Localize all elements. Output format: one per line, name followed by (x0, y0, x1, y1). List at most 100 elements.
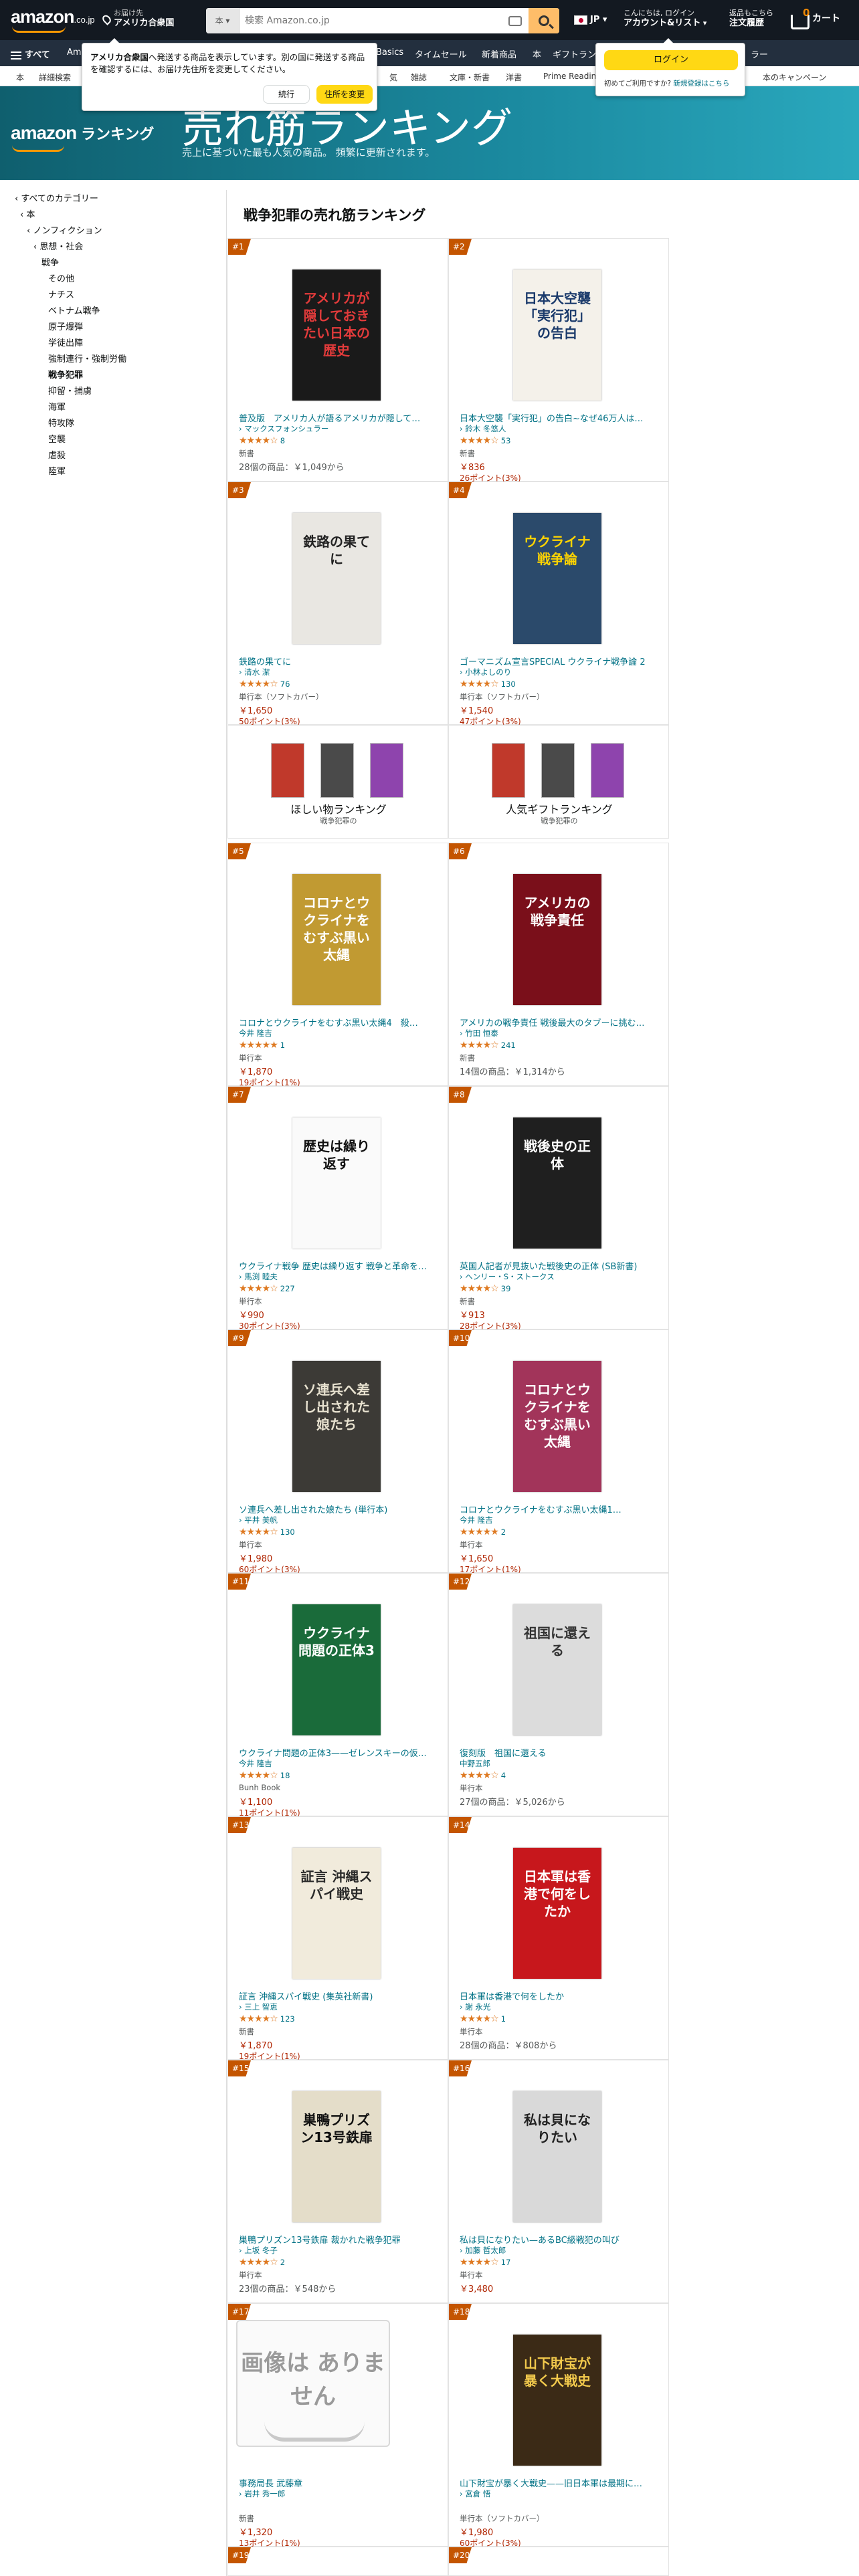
book-cover-image[interactable]: 歴史は繰り返す (292, 1117, 381, 1249)
all-menu-button[interactable]: すべて (11, 47, 50, 60)
star-rating[interactable]: ★★★★☆ 39 (460, 1283, 510, 1294)
cart-button[interactable]: 0 カート (791, 7, 840, 29)
star-rating[interactable]: ★★★★☆ 76 (239, 679, 290, 689)
sidebar-item[interactable]: 陸軍 (48, 464, 66, 477)
star-rating[interactable]: ★★★★★ 2 (460, 1527, 506, 1537)
product-card[interactable]: #15 巣鴨プリズン13号鉄扉 巣鴨プリズン13号鉄扉 裁かれた戦争犯罪 › 上坂 冬… (227, 2060, 448, 2303)
star-rating[interactable]: ★★★★☆ 123 (239, 2014, 295, 2024)
book-cover-image[interactable]: 日本軍は香港で何をしたか (513, 1848, 601, 1979)
product-card[interactable]: #5 コロナとウクライナをむすぶ黒い太縄 コロナとウクライナをむすぶ黒い太縄4 殺…… (227, 843, 448, 1087)
product-author-link[interactable]: › 宮倉 悟 (460, 2488, 660, 2499)
product-author-link[interactable]: 今井 隆吉 (460, 1515, 660, 1525)
product-title-link[interactable]: アメリカの戦争責任 戦後最大のタブーに挑む… (460, 1016, 660, 1029)
register-link[interactable]: 新規登録はこちら (673, 80, 729, 88)
product-card[interactable]: #20 (448, 2547, 669, 2576)
review-count[interactable]: 8 (280, 436, 285, 445)
subnav-item[interactable]: 洋書 (506, 72, 522, 83)
subnav-item[interactable]: 文庫・新書 (450, 72, 490, 83)
product-title-link[interactable]: 普及版 アメリカ人が語るアメリカが隠して… (239, 411, 440, 424)
product-card[interactable]: #14 日本軍は香港で何をしたか 日本軍は香港で何をしたか › 謝 永光 ★★★★☆ 1 単… (448, 1816, 669, 2060)
product-card[interactable]: #9 ソ連兵へ差し出された娘たち ソ連兵へ差し出された娘たち (単行本) › 平井 美… (227, 1329, 448, 1574)
product-card[interactable]: #10 コロナとウクライナをむすぶ黒い太縄 コロナとウクライナをむすぶ黒い太縄1… 今… (448, 1329, 669, 1574)
star-rating[interactable]: ★★★★★ 1 (239, 1040, 285, 1051)
subnav-item[interactable]: 本のキャンペーン (763, 72, 826, 83)
sidebar-thought-society[interactable]: ‹ 思想・社会 (33, 239, 83, 252)
language-selector[interactable]: JP ▾ (574, 15, 607, 25)
star-rating[interactable]: ★★★★☆ 17 (460, 2257, 510, 2268)
product-card[interactable]: #2 日本大空襲「実行犯」の告白 日本大空襲「実行犯」の告白~なぜ46万人は… › 鈴… (448, 238, 669, 483)
book-cover-image[interactable]: ウクライナ戦争論 (513, 513, 601, 644)
product-title-link[interactable]: 巣鴨プリズン13号鉄扉 裁かれた戦争犯罪 (239, 2233, 440, 2246)
sidebar-item[interactable]: 原子爆弾 (48, 320, 83, 332)
product-author-link[interactable]: › 馬渕 睦夫 (239, 1271, 440, 1282)
star-rating[interactable]: ★★★★☆ 18 (239, 1770, 290, 1781)
product-card[interactable]: #7 歴史は繰り返す ウクライナ戦争 歴史は繰り返す 戦争と革命を… › 馬渕 睦夫 ★… (227, 1086, 448, 1331)
book-cover-image[interactable]: 鉄路の果てに (292, 513, 381, 644)
change-address-button[interactable]: 住所を変更 (316, 85, 373, 104)
sidebar-item[interactable]: 虐殺 (48, 448, 66, 461)
product-author-link[interactable]: › 清水 潔 (239, 667, 440, 677)
book-cover-image[interactable]: ウクライナ問題の正体3 (292, 1604, 381, 1735)
book-cover-image[interactable]: ソ連兵へ差し出された娘たち (292, 1361, 381, 1492)
product-author-link[interactable]: 今井 隆吉 (239, 1028, 440, 1039)
subnav-item[interactable]: Prime Reading (543, 72, 601, 81)
sidebar-item[interactable]: 特攻隊 (48, 416, 74, 429)
product-card[interactable]: #13 証言 沖縄スパイ戦史 証言 沖縄スパイ戦史 (集英社新書) › 三上 智恵 ★★… (227, 1816, 448, 2061)
product-card[interactable]: #1 アメリカが隠しておきたい日本の歴史 普及版 アメリカ人が語るアメリカが隠して…… (227, 238, 448, 481)
sidebar-item[interactable]: 強制連行・強制労働 (48, 352, 126, 364)
sidebar-item[interactable]: ベトナム戦争 (48, 304, 100, 316)
book-cover-image[interactable]: 山下財宝が暴く大戦史 (513, 2335, 601, 2466)
review-count[interactable]: 18 (280, 1771, 290, 1780)
review-count[interactable]: 2 (280, 2258, 285, 2267)
search-input[interactable] (245, 8, 512, 33)
product-card[interactable]: #18 山下財宝が暴く大戦史 山下財宝が暴く大戦史——旧日本軍は最期に… › 宮倉 悟… (448, 2303, 669, 2548)
nav-item[interactable]: 新着商品 (482, 47, 516, 60)
product-title-link[interactable]: ゴーマニズム宣言SPECIAL ウクライナ戦争論 2 (460, 655, 660, 667)
product-author-link[interactable]: › 三上 智恵 (239, 2002, 440, 2012)
product-card[interactable]: #6 アメリカの戦争責任 アメリカの戦争責任 戦後最大のタブーに挑む… › 竹田 恒泰… (448, 843, 669, 1086)
book-cover-image[interactable]: コロナとウクライナをむすぶ黒い太縄 (292, 874, 381, 1005)
review-count[interactable]: 2 (501, 1527, 506, 1537)
orders-link[interactable]: 返品もこちら 注文履歴 (729, 8, 773, 28)
sidebar-nonfiction[interactable]: ‹ ノンフィクション (27, 223, 102, 236)
product-author-link[interactable]: › ヘンリー・S・ストークス (460, 1271, 660, 1282)
product-card[interactable]: #12 祖国に還える 復刻版 祖国に還える 中野五郎 ★★★★☆ 4 単行本 27個の商品：￥… (448, 1573, 669, 1816)
book-cover-image[interactable]: 日本大空襲「実行犯」の告白 (513, 270, 601, 401)
star-rating[interactable] (239, 2500, 242, 2511)
product-card[interactable]: #11 ウクライナ問題の正体3 ウクライナ問題の正体3——ゼレンスキーの仮… 今井 隆… (227, 1573, 448, 1818)
product-card[interactable]: #8 戦後史の正体 英国人記者が見抜いた戦後史の正体 (SB新書) › ヘンリー・S・… (448, 1086, 669, 1331)
book-cover-image[interactable]: 私は貝になりたい (513, 2091, 601, 2222)
review-count[interactable]: 241 (501, 1041, 516, 1050)
book-cover-image[interactable]: 証言 沖縄スパイ戦史 (292, 1848, 381, 1979)
review-count[interactable]: 1 (280, 1041, 285, 1050)
sidebar-item[interactable]: 学徒出陣 (48, 336, 83, 348)
nav-item[interactable]: タイムセール (415, 47, 467, 60)
login-button[interactable]: ログイン (604, 50, 738, 70)
product-title-link[interactable]: コロナとウクライナをむすぶ黒い太縄4 殺… (239, 1016, 440, 1029)
review-count[interactable]: 76 (280, 679, 290, 689)
product-card[interactable]: #4 ウクライナ戦争論 ゴーマニズム宣言SPECIAL ウクライナ戦争論 2 › 小林… (448, 481, 669, 726)
product-title-link[interactable]: 山下財宝が暴く大戦史——旧日本軍は最期に… (460, 2476, 660, 2489)
product-author-link[interactable]: 中野五郎 (460, 1758, 660, 1769)
product-title-link[interactable]: 事務局長 武藤章 (239, 2476, 440, 2489)
star-rating[interactable]: ★★★★☆ 130 (460, 679, 516, 689)
product-title-link[interactable]: 日本軍は香港で何をしたか (460, 1990, 660, 2002)
product-card[interactable]: #3 鉄路の果てに 鉄路の果てに › 清水 潔 ★★★★☆ 76 単行本（ソフトカバー） ￥1… (227, 481, 448, 726)
sidebar-item[interactable]: 抑留・捕虜 (48, 384, 92, 397)
review-count[interactable]: 17 (501, 2258, 511, 2267)
product-author-link[interactable]: › 鈴木 冬悠人 (460, 423, 660, 434)
sidebar-item[interactable]: 空襲 (48, 432, 66, 445)
book-cover-image[interactable]: アメリカの戦争責任 (513, 874, 601, 1005)
product-title-link[interactable]: 私は貝になりたい—あるBC級戦犯の叫び (460, 2233, 660, 2246)
book-cover-image[interactable]: 巣鴨プリズン13号鉄扉 (292, 2091, 381, 2222)
product-title-link[interactable]: 英国人記者が見抜いた戦後史の正体 (SB新書) (460, 1259, 660, 1272)
product-title-link[interactable]: 日本大空襲「実行犯」の告白~なぜ46万人は… (460, 411, 660, 424)
product-author-link[interactable]: › 竹田 恒泰 (460, 1028, 660, 1039)
star-rating[interactable]: ★★★★☆ 4 (460, 1770, 506, 1781)
continue-button[interactable]: 続行 (263, 85, 310, 104)
product-card[interactable]: #16 私は貝になりたい 私は貝になりたい—あるBC級戦犯の叫び › 加藤 哲太郎 ★★… (448, 2060, 669, 2303)
deliver-to[interactable]: お届け先 アメリカ合衆国 (114, 8, 174, 28)
star-rating[interactable] (460, 2500, 462, 2511)
star-rating[interactable]: ★★★★☆ 8 (239, 435, 285, 446)
sidebar-item[interactable]: 海軍 (48, 400, 66, 413)
